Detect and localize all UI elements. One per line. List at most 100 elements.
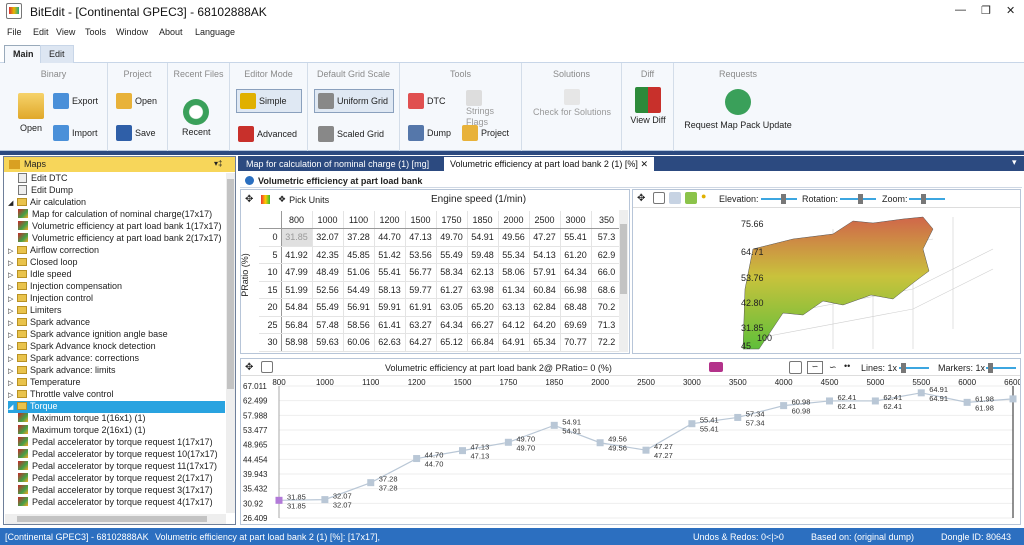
grid-cell[interactable]: 32.07 (312, 228, 344, 247)
grid-cell[interactable]: 64.34 (436, 316, 468, 334)
request-update-button[interactable]: Request Map Pack Update (678, 89, 798, 130)
row-header[interactable]: 10 (259, 263, 282, 282)
menu-about[interactable]: About (159, 27, 183, 37)
tree-item[interactable]: Pedal accelerator by torque request 3(17… (18, 485, 225, 497)
grid-cell[interactable]: 51.42 (374, 246, 406, 264)
expand-icon[interactable]: ▷ (8, 319, 17, 327)
grid-cell[interactable]: 64.12 (498, 316, 530, 334)
tree-folder[interactable]: ▷ Spark Advance knock detection (8, 341, 225, 353)
grid-vscroll[interactable] (619, 210, 628, 352)
move-icon[interactable]: ✥ (245, 362, 253, 373)
expand-icon[interactable]: ▷ (8, 295, 17, 303)
tree-folder[interactable]: ▷ Spark advance: corrections (8, 353, 225, 365)
menu-tools[interactable]: Tools (85, 27, 106, 37)
grid-cell[interactable]: 62.13 (467, 263, 499, 282)
tree-folder[interactable]: ▷ Injection control (8, 293, 225, 305)
menu-file[interactable]: File (7, 27, 22, 37)
column-header[interactable]: 1200 (374, 211, 406, 229)
grid-cell[interactable]: 37.28 (343, 228, 375, 247)
recent-button[interactable]: Recent (182, 99, 211, 137)
row-header[interactable]: 25 (259, 316, 282, 334)
expand-icon[interactable]: ▷ (8, 247, 17, 255)
axes-icon[interactable] (669, 192, 681, 204)
close-button[interactable]: ✕ (1006, 4, 1015, 17)
tree-item[interactable]: Maximum torque 2(16x1) (1) (18, 425, 225, 437)
row-header[interactable]: 20 (259, 298, 282, 317)
tree-item[interactable]: Volumetric efficiency at part load bank … (18, 233, 225, 245)
grid-cell[interactable]: 64.27 (405, 333, 437, 352)
grid-cell[interactable]: 66.84 (467, 333, 499, 352)
grid-cell[interactable]: 55.34 (498, 246, 530, 264)
dump-button[interactable]: Dump (408, 125, 451, 141)
move-icon[interactable]: ✥ (245, 194, 253, 205)
grid-cell[interactable]: 61.41 (374, 316, 406, 334)
grid-cell[interactable]: 58.34 (436, 263, 468, 282)
grid-cell[interactable]: 64.91 (498, 333, 530, 352)
column-header[interactable]: 3000 (560, 211, 592, 229)
dots-icon[interactable]: •• (844, 361, 850, 371)
expand-icon[interactable]: ▷ (8, 355, 17, 363)
dtc-button[interactable]: DTC (408, 93, 446, 109)
open-project-button[interactable]: Open (116, 93, 157, 109)
map-table[interactable]: 800 1000 1100 1200 1500 1750 1850 2000 2500 3000 3… (259, 211, 623, 352)
check-solutions-button[interactable]: Check for Solutions (532, 89, 612, 117)
grid-cell[interactable]: 56.77 (405, 263, 437, 282)
line-style-icon[interactable]: ∽ (807, 361, 823, 374)
expand-icon[interactable]: ▷ (8, 391, 17, 399)
grid-cell[interactable]: 72.2 (591, 333, 623, 352)
grid-cell[interactable]: 61.27 (436, 281, 468, 299)
grid-cell[interactable]: 55.49 (436, 246, 468, 264)
grid-cell[interactable]: 52.56 (312, 281, 344, 299)
tree-folder[interactable]: ▷ Airflow correction (8, 245, 225, 257)
expand-icon[interactable]: ▷ (8, 367, 17, 375)
zoom-slider[interactable] (909, 194, 945, 204)
tree-item[interactable]: Map for calculation of nominal charge(17… (18, 209, 225, 221)
lines-thumb[interactable] (901, 363, 906, 373)
tree-item[interactable]: Pedal accelerator by torque request 2(17… (18, 473, 225, 485)
grid-cell[interactable]: 66.98 (560, 281, 592, 299)
grid-cell[interactable]: 63.05 (436, 298, 468, 317)
tree-folder[interactable]: ▷ Spark advance (8, 317, 225, 329)
grid-cell[interactable]: 62.63 (374, 333, 406, 352)
grid-cell[interactable]: 58.13 (374, 281, 406, 299)
collapse-icon[interactable]: ◢ (8, 199, 17, 207)
grid-cell[interactable]: 58.06 (498, 263, 530, 282)
column-header[interactable]: 1100 (343, 211, 375, 229)
grid-cell[interactable]: 61.34 (498, 281, 530, 299)
menu-window[interactable]: Window (116, 27, 148, 37)
column-header[interactable]: 800 (281, 211, 313, 229)
column-header[interactable]: 2000 (498, 211, 530, 229)
pick-units-button[interactable]: ❖ Pick Units (278, 194, 329, 205)
column-header[interactable]: 1000 (312, 211, 344, 229)
tree-item[interactable]: Volumetric efficiency at part load bank … (18, 221, 225, 233)
zoom-thumb[interactable] (921, 194, 926, 204)
tree-item[interactable]: Pedal accelerator by torque request 4(17… (18, 497, 225, 509)
grid-cell[interactable]: 57.48 (312, 316, 344, 334)
row-header[interactable]: 30 (259, 333, 282, 352)
grid-cell[interactable]: 57.91 (529, 263, 561, 282)
row-header[interactable]: 15 (259, 281, 282, 299)
tree-folder[interactable]: ▷ Idle speed (8, 269, 225, 281)
column-header[interactable]: 1500 (405, 211, 437, 229)
tree-folder[interactable]: ▷ Limiters (8, 305, 225, 317)
grid-vscroll-thumb[interactable] (620, 224, 627, 294)
view-diff-button[interactable]: View Diff (628, 87, 668, 125)
grid-cell[interactable]: 55.41 (560, 228, 592, 247)
grid-cell[interactable]: 51.99 (281, 281, 313, 299)
grid-cell[interactable]: 65.20 (467, 298, 499, 317)
tree-item[interactable]: Maximum torque 1(16x1) (1) (18, 413, 225, 425)
column-header[interactable]: 1850 (467, 211, 499, 229)
grid-cell[interactable]: 54.84 (281, 298, 313, 317)
grid-cell[interactable]: 63.13 (498, 298, 530, 317)
grid-cell[interactable]: 65.12 (436, 333, 468, 352)
line-chart[interactable]: 67.011 62.499 57.988 53.477 48.965 44.454 39.9… (241, 376, 1020, 524)
tree-folder[interactable]: ▷ Throttle valve control (8, 389, 225, 401)
move-icon[interactable]: ✥ (637, 193, 645, 204)
palette-icon[interactable] (685, 192, 697, 204)
grid-cell[interactable]: 61.20 (560, 246, 592, 264)
grid-cell[interactable]: 68.48 (560, 298, 592, 317)
tree-folder[interactable]: ▷ Injection compensation (8, 281, 225, 293)
advanced-mode-button[interactable]: Advanced (238, 126, 297, 142)
grid-cell[interactable]: 56.91 (343, 298, 375, 317)
column-header[interactable]: 2500 (529, 211, 561, 229)
